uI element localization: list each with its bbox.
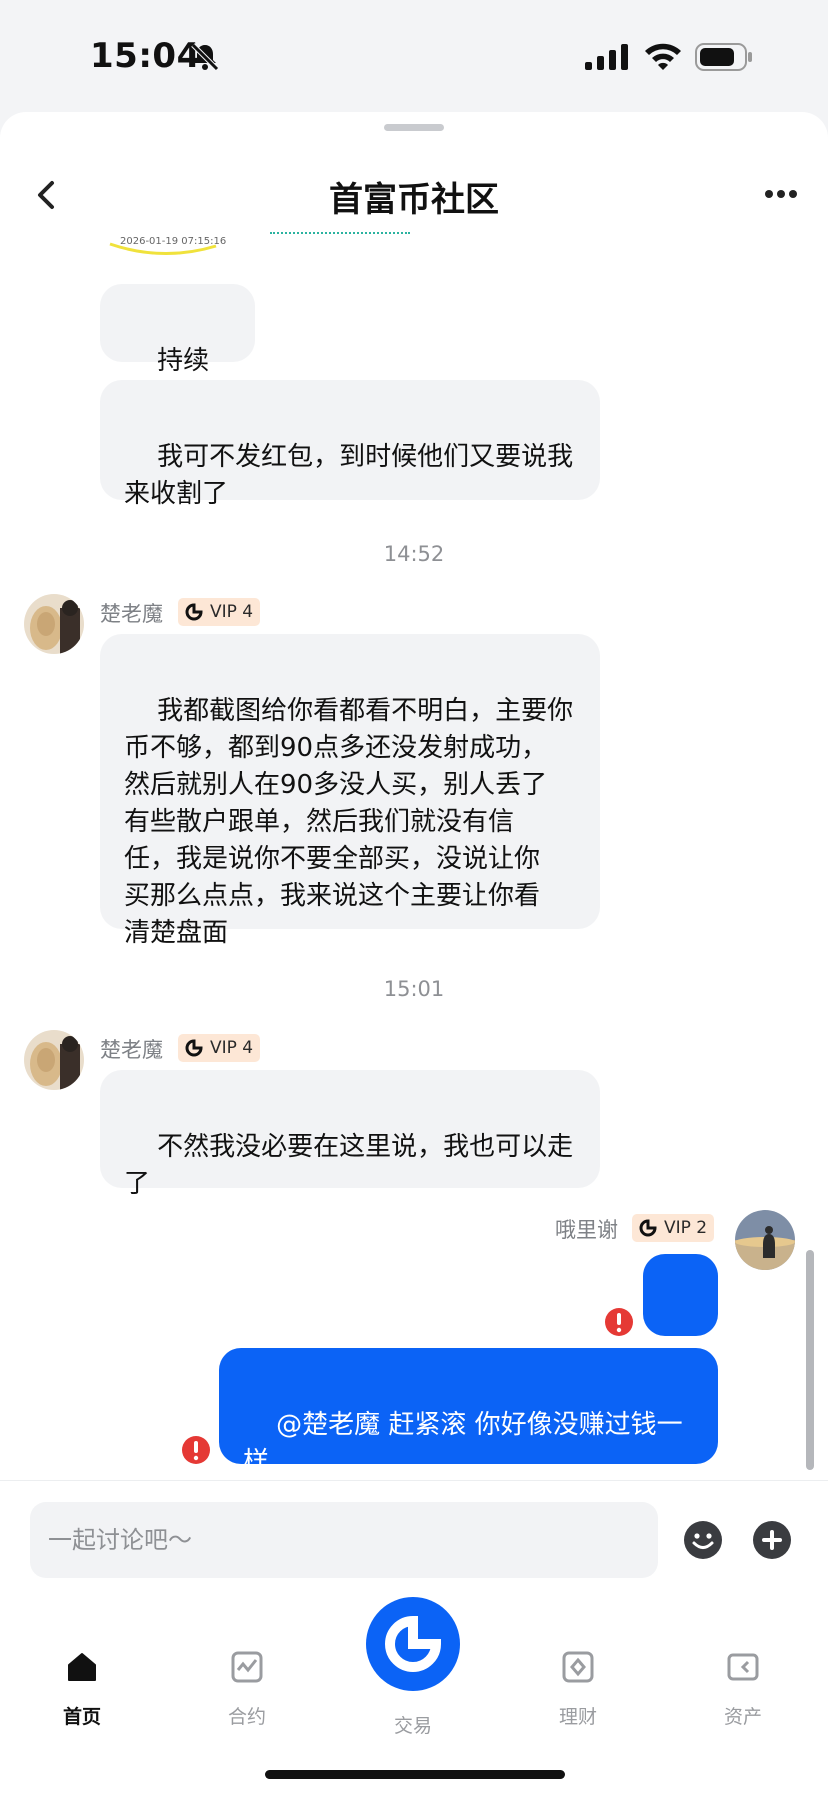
cellular-signal-icon bbox=[585, 44, 628, 70]
tab-trade-label[interactable]: 交易 bbox=[366, 1711, 460, 1738]
cropped-image-date: 2026-01-19 07:15:16 bbox=[120, 236, 227, 247]
sender-name[interactable]: 哦里谢 bbox=[555, 1214, 618, 1244]
vip-logo-icon bbox=[639, 1219, 657, 1237]
tab-home[interactable]: 首页 bbox=[27, 1650, 137, 1729]
tab-label: 首页 bbox=[62, 1706, 101, 1728]
sender-name[interactable]: 楚老魔 bbox=[100, 1034, 163, 1064]
vip-level: VIP 4 bbox=[210, 1038, 254, 1058]
tab-finance[interactable]: 理财 bbox=[523, 1650, 633, 1729]
home-icon bbox=[68, 1653, 96, 1681]
message-bubble-mine[interactable]: @楚老魔 赶紧滚 你好像没赚过钱一样 😂 bbox=[219, 1348, 718, 1474]
finance-icon bbox=[562, 1651, 594, 1683]
tab-assets[interactable]: 资产 bbox=[688, 1650, 798, 1729]
bell-muted-icon bbox=[191, 43, 219, 71]
status-bar: 15:04 bbox=[0, 0, 828, 110]
message-text: 我都截图给你看都看不明白，主要你 币不够，都到90点多还没发射成功， 然后就别人… bbox=[124, 696, 574, 948]
message-bubble[interactable]: 持续购买 bbox=[100, 284, 255, 413]
message-text: 不然我没必要在这里说，我也可以走 了 bbox=[124, 1132, 574, 1199]
tab-label: 合约 bbox=[227, 1706, 266, 1728]
status-time: 15:04 bbox=[90, 36, 201, 76]
more-options-icon[interactable] bbox=[764, 188, 798, 200]
message-bubble[interactable]: 我都截图给你看都看不明白，主要你 币不够，都到90点多还没发射成功， 然后就别人… bbox=[100, 634, 600, 948]
avatar-image bbox=[24, 1030, 84, 1090]
assets-icon bbox=[727, 1653, 759, 1681]
vip-logo-icon bbox=[185, 603, 203, 621]
vip-badge: VIP 2 bbox=[632, 1214, 715, 1242]
send-failed-icon[interactable] bbox=[181, 1435, 211, 1465]
message-text: @楚老魔 赶紧滚 你好像没赚过钱一样 😂 bbox=[243, 1410, 683, 1474]
home-indicator[interactable] bbox=[265, 1770, 565, 1779]
vip-level: VIP 2 bbox=[664, 1218, 708, 1238]
cropped-image-line bbox=[270, 232, 410, 238]
vip-level: VIP 4 bbox=[210, 602, 254, 622]
tab-label: 资产 bbox=[723, 1706, 762, 1728]
vip-badge: VIP 4 bbox=[178, 1034, 261, 1062]
contract-icon bbox=[231, 1651, 263, 1683]
trade-button[interactable] bbox=[366, 1597, 460, 1691]
emoji-icon[interactable] bbox=[683, 1520, 723, 1560]
message-bubble-mine[interactable]: sb bbox=[643, 1254, 718, 1383]
chat-area[interactable]: 2026-01-19 07:15:16 持续购买 我可不发红包，到时候他们又要说… bbox=[0, 232, 828, 1474]
tab-label: 理财 bbox=[558, 1706, 597, 1728]
cropped-screenshot-image: 2026-01-19 07:15:16 bbox=[100, 232, 410, 276]
message-text: 我可不发红包，到时候他们又要说我 来收割了 bbox=[124, 442, 574, 509]
vip-logo-icon bbox=[185, 1039, 203, 1057]
send-failed-icon[interactable] bbox=[604, 1307, 634, 1337]
tab-contract[interactable]: 合约 bbox=[192, 1650, 302, 1729]
plus-icon[interactable] bbox=[752, 1520, 792, 1560]
chat-scrollbar[interactable] bbox=[806, 1250, 814, 1470]
vip-badge: VIP 4 bbox=[178, 598, 261, 626]
sender-name[interactable]: 楚老魔 bbox=[100, 598, 163, 628]
avatar[interactable] bbox=[735, 1210, 795, 1270]
time-divider: 15:01 bbox=[383, 977, 445, 1001]
avatar-image bbox=[735, 1210, 795, 1270]
battery-icon bbox=[695, 43, 752, 71]
message-bubble[interactable]: 不然我没必要在这里说，我也可以走 了 bbox=[100, 1070, 600, 1199]
message-bubble[interactable]: 我可不发红包，到时候他们又要说我 来收割了 bbox=[100, 380, 600, 509]
avatar[interactable] bbox=[24, 594, 84, 654]
time-divider: 14:52 bbox=[383, 542, 445, 566]
page-title: 首富币社区 bbox=[329, 180, 499, 220]
trade-icon bbox=[385, 1615, 442, 1672]
avatar[interactable] bbox=[24, 1030, 84, 1090]
sheet-grabber[interactable] bbox=[384, 124, 444, 131]
wifi-icon bbox=[645, 43, 681, 70]
avatar-image bbox=[24, 594, 84, 654]
message-input[interactable] bbox=[30, 1502, 658, 1578]
